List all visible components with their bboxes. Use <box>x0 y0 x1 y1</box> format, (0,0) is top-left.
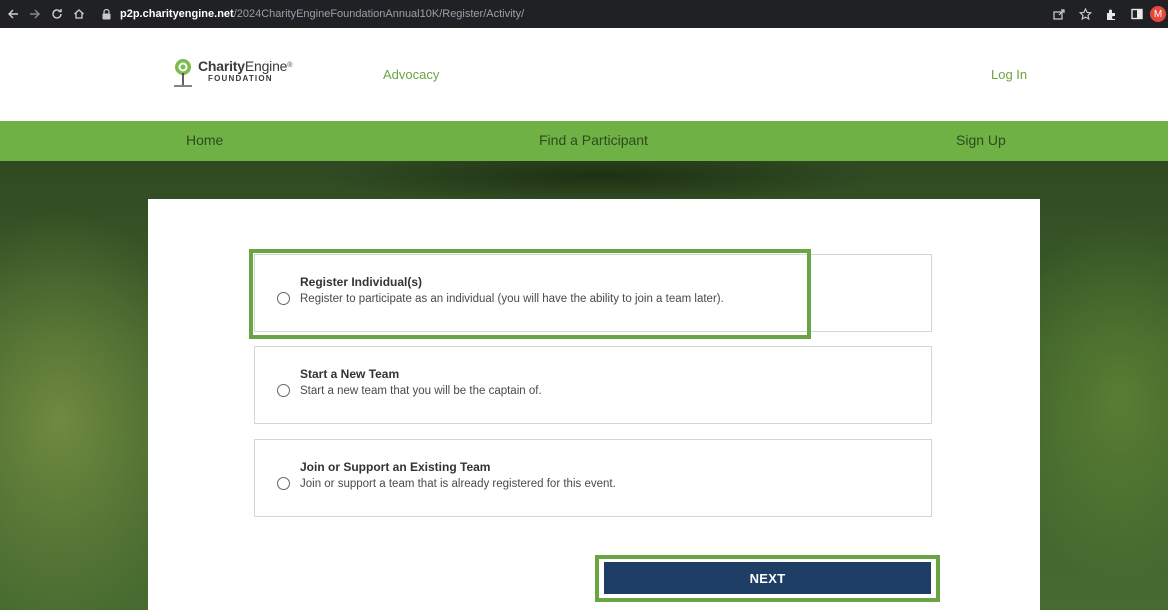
extensions-icon[interactable] <box>1098 0 1124 28</box>
option-join-existing-team[interactable]: Join or Support an Existing Team Join or… <box>254 439 932 517</box>
login-link[interactable]: Log In <box>991 67 1027 82</box>
option-title: Join or Support an Existing Team <box>300 460 491 474</box>
advocacy-link[interactable]: Advocacy <box>383 67 439 82</box>
sidepanel-icon[interactable] <box>1124 0 1150 28</box>
url-host: p2p.charityengine.net <box>120 8 234 20</box>
option-description: Join or support a team that is already r… <box>300 478 616 490</box>
tree-logo-icon <box>172 58 194 90</box>
url-path: /2024CharityEngineFoundationAnnual10K/Re… <box>233 8 525 20</box>
star-icon[interactable] <box>1072 0 1098 28</box>
main-nav: Home Find a Participant Sign Up <box>0 121 1168 161</box>
radio-start-new-team[interactable] <box>277 384 290 397</box>
nav-find-participant[interactable]: Find a Participant <box>539 132 648 148</box>
registration-card: Register Individual(s) Register to parti… <box>148 199 1040 610</box>
share-icon[interactable] <box>1046 0 1072 28</box>
highlight-box-option <box>249 249 811 339</box>
profile-avatar[interactable]: M <box>1150 6 1166 22</box>
back-arrow-icon[interactable] <box>2 0 24 28</box>
charityengine-logo[interactable]: CharityEngine® FOUNDATION <box>172 58 292 92</box>
home-icon[interactable] <box>68 0 90 28</box>
option-title: Start a New Team <box>300 367 400 381</box>
logo-wordmark: CharityEngine® <box>198 58 293 74</box>
option-description: Start a new team that you will be the ca… <box>300 385 542 397</box>
reload-icon[interactable] <box>46 0 68 28</box>
site-header: CharityEngine® FOUNDATION Advocacy Log I… <box>0 28 1168 121</box>
radio-join-existing-team[interactable] <box>277 477 290 490</box>
lock-icon <box>100 8 112 20</box>
browser-toolbar: p2p.charityengine.net /2024CharityEngine… <box>0 0 1168 28</box>
highlight-box-next <box>595 555 940 602</box>
nav-sign-up[interactable]: Sign Up <box>956 132 1006 148</box>
logo-subtitle: FOUNDATION <box>208 74 273 83</box>
option-start-new-team[interactable]: Start a New Team Start a new team that y… <box>254 346 932 424</box>
address-bar[interactable]: p2p.charityengine.net /2024CharityEngine… <box>100 3 1060 25</box>
forward-arrow-icon[interactable] <box>24 0 46 28</box>
nav-home[interactable]: Home <box>186 132 223 148</box>
